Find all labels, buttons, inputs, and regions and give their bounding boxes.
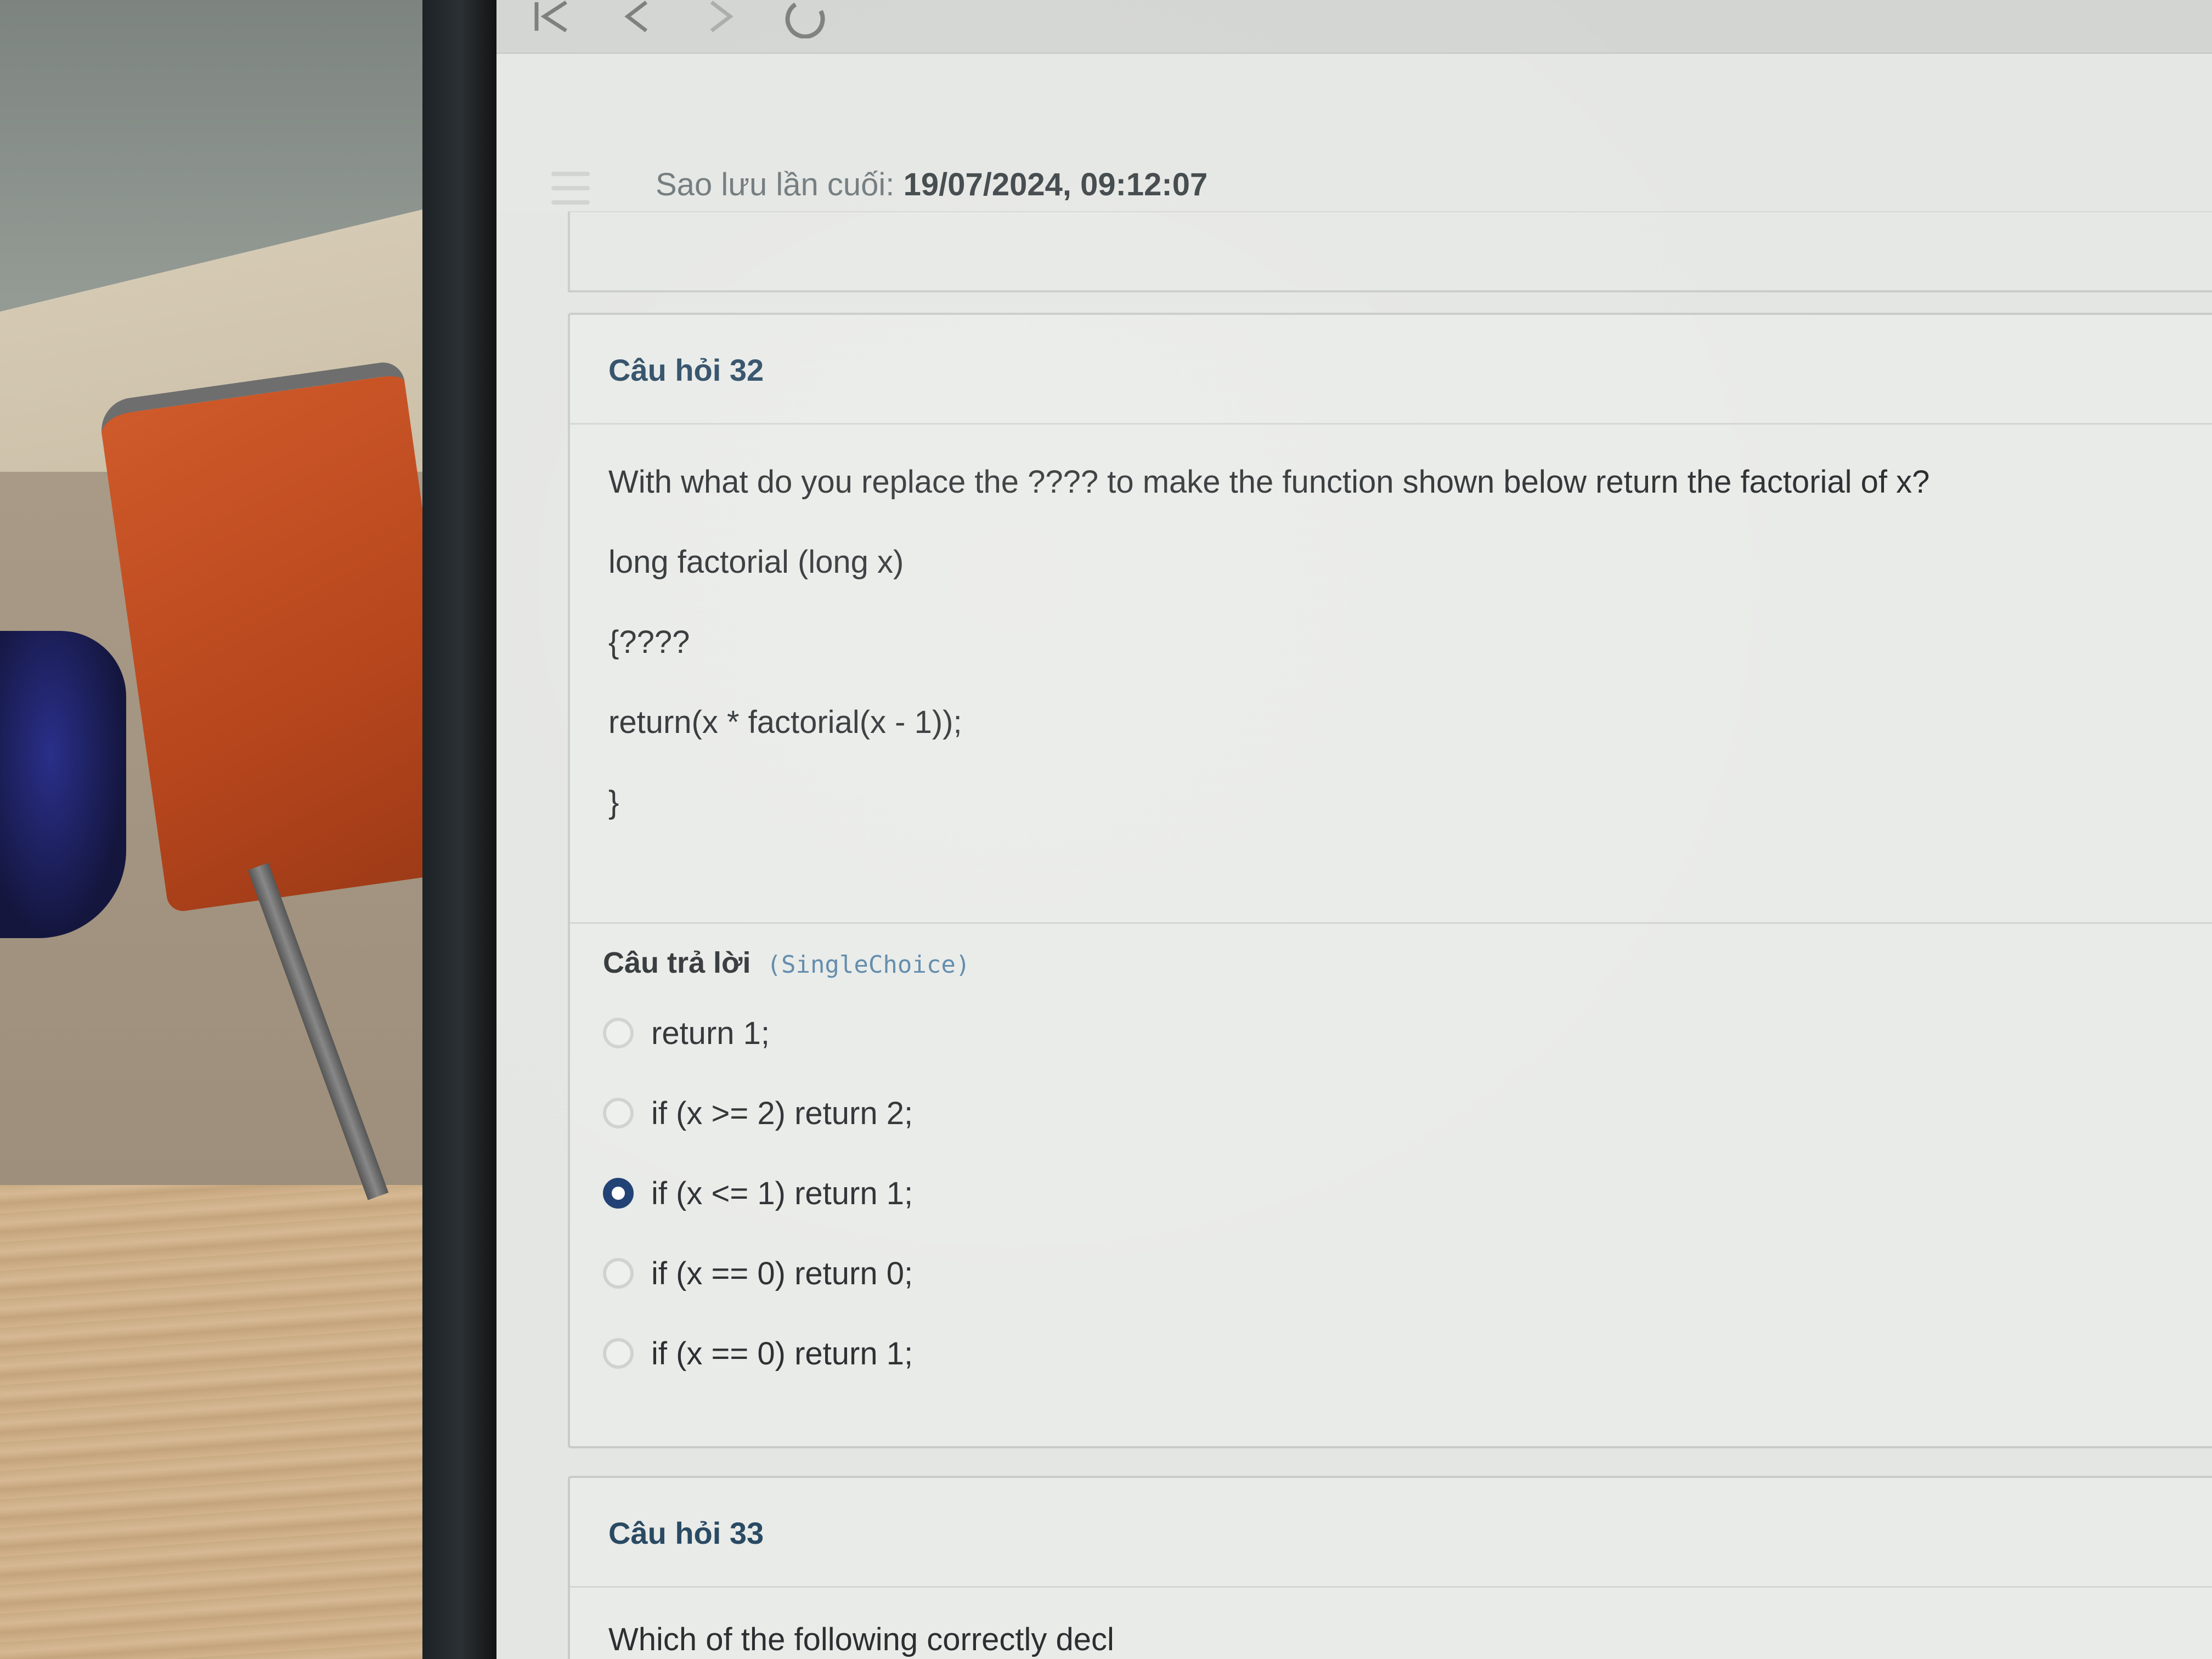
last-saved-time: 19/07/2024, 09:12:07 — [903, 167, 1208, 202]
question-title: Câu hỏi 33 — [608, 1516, 764, 1550]
answer-heading: Câu trả lời (SingleChoice) — [603, 946, 2212, 980]
question-card-32: Câu hỏi 32 With what do you replace the … — [568, 313, 2212, 1448]
question-body: With what do you replace the ???? to mak… — [570, 425, 2212, 924]
option-text: if (x == 0) return 0; — [651, 1255, 913, 1291]
code-line: return(x * factorial(x - 1)); — [608, 704, 962, 740]
photo-scene: Sao lưu lần cuối: 19/07/2024, 09:12:07 C… — [0, 0, 2212, 1659]
hamburger-menu-icon[interactable] — [551, 172, 590, 205]
answer-option[interactable]: return 1; — [603, 993, 2212, 1073]
answer-option[interactable]: if (x == 0) return 1; — [603, 1313, 2212, 1393]
browser-toolbar — [496, 0, 2212, 54]
answer-label: Câu trả lời — [603, 946, 751, 979]
wooden-desk — [0, 1185, 472, 1659]
answer-option[interactable]: if (x == 0) return 0; — [603, 1233, 2212, 1313]
last-saved-status: Sao lưu lần cuối: 19/07/2024, 09:12:07 — [656, 166, 1207, 203]
answer-section: Câu trả lời (SingleChoice) return 1; if … — [570, 924, 2212, 1393]
previous-question-box — [568, 211, 2212, 292]
question-header: Câu hỏi 32 — [570, 315, 2212, 425]
radio-button[interactable] — [603, 1258, 634, 1289]
code-line: } — [608, 785, 619, 820]
answer-option-selected[interactable]: if (x <= 1) return 1; — [603, 1153, 2212, 1233]
option-text: return 1; — [651, 1015, 770, 1051]
monitor-bezel — [422, 0, 499, 1659]
answer-option[interactable]: if (x >= 2) return 2; — [603, 1073, 2212, 1153]
option-text: if (x == 0) return 1; — [651, 1335, 913, 1372]
answer-type: (SingleChoice) — [766, 951, 970, 979]
question-card-33: Câu hỏi 33 Which of the following correc… — [568, 1476, 2212, 1659]
question-prompt: With what do you replace the ???? to mak… — [608, 464, 1930, 500]
last-saved-label: Sao lưu lần cuối: — [656, 167, 895, 202]
app-header: Sao lưu lần cuối: 19/07/2024, 09:12:07 — [496, 54, 2212, 213]
question-body: Which of the following correctly decl — [570, 1588, 2212, 1659]
question-prompt: Which of the following correctly decl — [608, 1622, 1114, 1657]
forward-icon[interactable] — [705, 0, 738, 38]
radio-button[interactable] — [603, 1018, 634, 1048]
blue-bag — [0, 631, 126, 938]
radio-button-checked[interactable] — [603, 1178, 634, 1209]
radio-button[interactable] — [603, 1098, 634, 1128]
radio-button[interactable] — [603, 1338, 634, 1369]
option-text: if (x >= 2) return 2; — [651, 1095, 913, 1131]
option-text: if (x <= 1) return 1; — [651, 1175, 913, 1211]
monitor-screen: Sao lưu lần cuối: 19/07/2024, 09:12:07 C… — [496, 0, 2212, 1659]
back-icon[interactable] — [620, 0, 653, 38]
first-page-icon[interactable] — [532, 0, 571, 38]
question-header: Câu hỏi 33 — [570, 1478, 2212, 1588]
reload-icon[interactable] — [785, 0, 828, 39]
question-title: Câu hỏi 32 — [608, 353, 764, 387]
code-line: long factorial (long x) — [608, 544, 904, 580]
code-line: {???? — [608, 624, 690, 660]
